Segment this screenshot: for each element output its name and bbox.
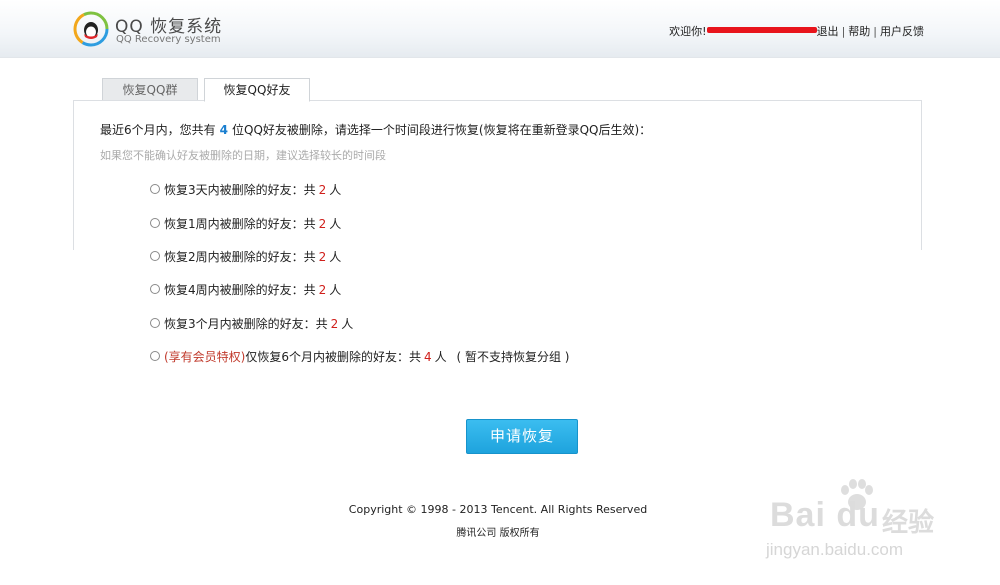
intro-text: 最近6个月内，您共有 4 位QQ好友被删除，请选择一个时间段进行恢复(恢复将在重新登… <box>100 121 651 138</box>
tab-recover-friend[interactable]: 恢复QQ好友 <box>204 78 310 102</box>
option-label: 恢复4周内被删除的好友：共 <box>164 283 316 297</box>
radio-button[interactable] <box>150 184 160 194</box>
apply-recovery-button[interactable]: 申请恢复 <box>466 419 578 454</box>
tab-recover-group[interactable]: 恢复QQ群 <box>102 78 198 101</box>
option-label: 恢复3天内被删除的好友：共 <box>164 183 316 197</box>
option-unit: 人 <box>329 183 342 197</box>
header-bar: QQ 恢复系统 QQ Recovery system 欢迎你! 退出 | 帮助 | 用户反… <box>0 0 1000 58</box>
option-6-months-vip[interactable]: (享有会员特权)仅恢复6个月内被删除的好友：共 4 人 ( 暂不支持恢复分组 ) <box>150 349 570 365</box>
radio-button[interactable] <box>150 351 160 361</box>
option-count: 2 <box>318 283 327 297</box>
watermark-url: jingyan.baidu.com <box>766 540 904 559</box>
deleted-count: 4 <box>219 123 228 137</box>
hint-text: 如果您不能确认好友被删除的日期，建议选择较长的时间段 <box>100 149 386 162</box>
radio-button[interactable] <box>150 251 160 261</box>
baidu-jingyan-watermark: Bai du 经验 jingyan.baidu.com <box>760 478 960 568</box>
option-2-weeks[interactable]: 恢复2周内被删除的好友：共 2 人 <box>150 249 341 265</box>
option-count: 2 <box>330 317 339 331</box>
vip-privilege-tag: (享有会员特权) <box>164 350 246 364</box>
option-label: 仅恢复6个月内被删除的好友：共 <box>245 350 422 364</box>
radio-button[interactable] <box>150 318 160 328</box>
watermark-brand-cn: 经验 <box>882 508 935 538</box>
option-unit: 人 <box>329 283 342 297</box>
option-3-months[interactable]: 恢复3个月内被删除的好友：共 2 人 <box>150 316 353 332</box>
option-count: 2 <box>318 217 327 231</box>
option-label: 恢复3个月内被删除的好友：共 <box>164 317 328 331</box>
top-nav: 欢迎你! 退出 | 帮助 | 用户反馈 <box>669 24 924 40</box>
feedback-link[interactable]: 用户反馈 <box>880 24 924 40</box>
radio-button[interactable] <box>150 218 160 228</box>
logout-link[interactable]: 退出 <box>817 24 839 40</box>
option-unit: 人 <box>329 250 342 264</box>
intro-before: 最近6个月内，您共有 <box>100 123 216 137</box>
nav-separator: | <box>841 25 846 38</box>
option-unit: 人 <box>329 217 342 231</box>
help-link[interactable]: 帮助 <box>848 24 870 40</box>
watermark-brand: Bai du <box>770 496 880 534</box>
radio-button[interactable] <box>150 284 160 294</box>
option-label: 恢复2周内被删除的好友：共 <box>164 250 316 264</box>
option-label: 恢复1周内被删除的好友：共 <box>164 217 316 231</box>
option-count: 2 <box>318 183 327 197</box>
option-note: ( 暂不支持恢复分组 ) <box>456 350 570 364</box>
option-unit: 人 <box>341 317 354 331</box>
welcome-text: 欢迎你! <box>669 25 707 38</box>
option-unit: 人 <box>434 350 447 364</box>
option-count: 4 <box>424 350 432 364</box>
qq-recovery-logo-icon <box>73 11 109 47</box>
option-3-days[interactable]: 恢复3天内被删除的好友：共 2 人 <box>150 182 341 198</box>
option-4-weeks[interactable]: 恢复4周内被删除的好友：共 2 人 <box>150 282 341 298</box>
redacted-username <box>706 27 817 33</box>
app-subtitle: QQ Recovery system <box>116 34 221 45</box>
intro-after: 位QQ好友被删除，请选择一个时间段进行恢复(恢复将在重新登录QQ后生效)： <box>232 123 652 137</box>
nav-separator: | <box>873 25 877 38</box>
option-1-week[interactable]: 恢复1周内被删除的好友：共 2 人 <box>150 216 341 232</box>
option-count: 2 <box>318 250 327 264</box>
